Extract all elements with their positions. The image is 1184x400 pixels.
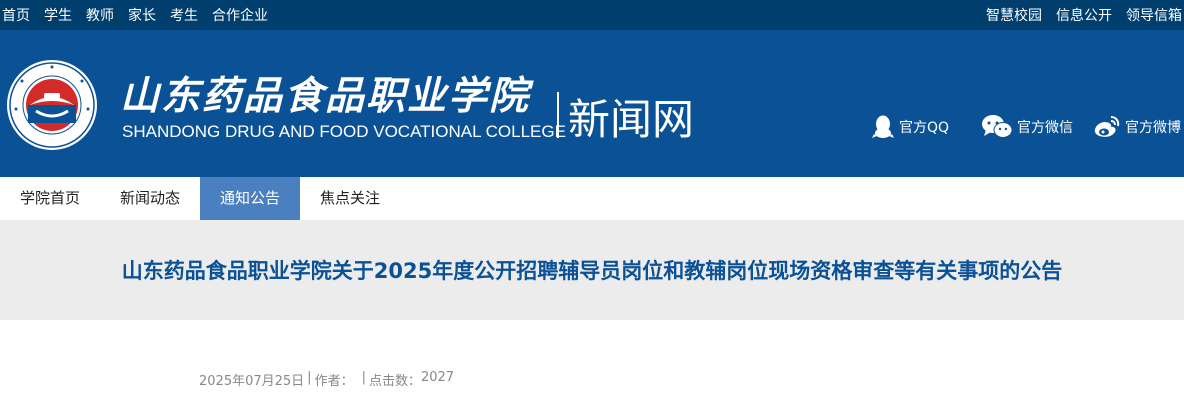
article-title: 山东药品食品职业学院关于2025年度公开招聘辅导员岗位和教辅岗位现场资格审查等有… — [121, 259, 1063, 283]
nav-item-news[interactable]: 新闻动态 — [100, 177, 200, 220]
nav-item-notices[interactable]: 通知公告 — [200, 177, 301, 220]
article-date: 2025年07月25日 — [199, 374, 305, 389]
meta-separator: | — [361, 370, 366, 385]
header-divider — [557, 92, 559, 138]
top-link-applicants[interactable]: 考生 — [170, 5, 198, 25]
official-weibo-link[interactable]: 官方微博 — [1093, 113, 1181, 141]
top-link-partners[interactable]: 合作企业 — [212, 5, 268, 25]
qq-icon — [872, 115, 894, 138]
official-qq-link[interactable]: 官方QQ — [871, 113, 949, 141]
top-left-links: 首页 学生 教师 家长 考生 合作企业 — [2, 0, 282, 30]
clicks-label: 点击数： — [368, 374, 421, 389]
top-link-parents[interactable]: 家长 — [128, 5, 156, 25]
article-meta: 2025年07月25日 | 作者： | 点击数： 2027 — [199, 370, 454, 389]
top-utility-bar: 首页 学生 教师 家长 考生 合作企业 智慧校园 信息公开 领导信箱 — [0, 0, 1184, 30]
weibo-icon — [1094, 116, 1120, 137]
clicks-count: 2027 — [420, 370, 455, 385]
top-link-students[interactable]: 学生 — [44, 5, 72, 25]
article-title-band: 山东药品食品职业学院关于2025年度公开招聘辅导员岗位和教辅岗位现场资格审查等有… — [0, 220, 1184, 320]
school-name-cn[interactable]: 山东药品食品职业学院 — [120, 65, 530, 121]
nav-item-focus[interactable]: 焦点关注 — [300, 177, 400, 220]
official-wechat-link[interactable]: 官方微信 — [981, 113, 1073, 141]
site-name: 新闻网 — [568, 95, 695, 144]
official-wechat-label: 官方微信 — [1017, 120, 1073, 136]
wechat-icon — [982, 115, 1013, 138]
school-name-en: SHANDONG DRUG AND FOOD VOCATIONAL COLLEG… — [122, 122, 566, 141]
author-label: 作者： — [314, 374, 354, 389]
top-link-info-disclosure[interactable]: 信息公开 — [1056, 5, 1112, 25]
top-link-teachers[interactable]: 教师 — [86, 5, 114, 25]
nav-item-college-home[interactable]: 学院首页 — [0, 177, 100, 220]
top-link-leader-mailbox[interactable]: 领导信箱 — [1126, 5, 1182, 25]
main-nav: 学院首页 新闻动态 通知公告 焦点关注 — [0, 177, 1184, 220]
site-header: 山东药品食品职业学院 SHANDONG DRUG AND FOOD VOCATI… — [0, 30, 1184, 177]
top-link-smart-campus[interactable]: 智慧校园 — [986, 5, 1042, 25]
top-right-links: 智慧校园 信息公开 领导信箱 — [972, 0, 1182, 30]
official-weibo-label: 官方微博 — [1125, 120, 1181, 136]
school-logo-icon[interactable] — [6, 59, 98, 151]
official-qq-label: 官方QQ — [899, 120, 950, 136]
top-link-home[interactable]: 首页 — [2, 5, 30, 25]
meta-separator: | — [307, 370, 312, 385]
